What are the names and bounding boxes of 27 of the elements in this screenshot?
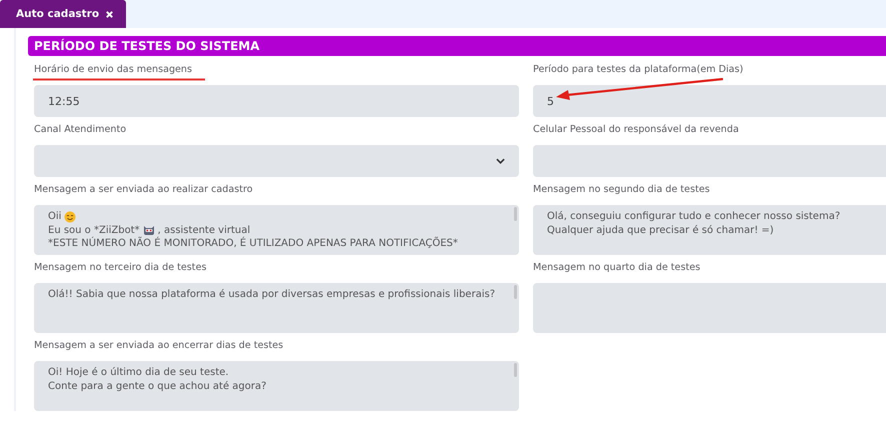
field-label: Período para testes da plataforma(em Dias) [533,64,744,76]
text-field[interactable]: 5 [533,85,886,117]
select-field[interactable] [34,145,519,177]
message-field[interactable]: Oi! Hoje é o último dia de seu teste. Conte para a gente o que achou até agora? [34,361,519,411]
tab[interactable]: Auto cadastro [0,0,126,28]
field-label: Canal Atendimento [34,124,126,136]
text-field[interactable] [533,145,886,177]
scrollbar[interactable] [514,363,517,377]
scrollbar[interactable] [514,285,517,299]
field-label: Mensagem no segundo dia de testes [533,184,710,196]
scrollbar[interactable] [514,207,517,221]
field-label: Mensagem a ser enviada ao realizar cadastro [34,184,253,196]
field-label: Mensagem no terceiro dia de testes [34,262,206,274]
field-label: Horário de envio das mensagens [34,64,192,76]
field-label: Mensagem a ser enviada ao encerrar dias de testes [34,340,284,352]
chevron-down-icon [496,158,505,164]
robot-emoji-icon [142,224,155,236]
message-field[interactable]: Olá!! Sabia que nossa plataforma é usada por diversas empresas e profissionais liberais? [34,283,519,333]
field-label: Mensagem no quarto dia de testes [533,262,700,274]
close-icon[interactable] [105,10,114,18]
message-field[interactable] [533,283,886,333]
message-field[interactable]: Olá, conseguiu configurar tudo e conhecer nosso sistema? Qualquer ajuda que precisar é só chamar! =) [533,205,886,255]
message-field[interactable]: Oii Eu sou o *ZiiZbot* , assistente virtual *ESTE NÚMERO NÃO É MONITORADO, É UTILIZADO APENAS PARA NOTIFICAÇÕES* [34,205,519,255]
smiley-emoji-icon [64,210,76,223]
text-field[interactable]: 12:55 [34,85,519,117]
section-header: PERÍODO DE TESTES DO SISTEMA [28,36,886,56]
field-label: Celular Pessoal do responsável da revenda [533,124,739,136]
